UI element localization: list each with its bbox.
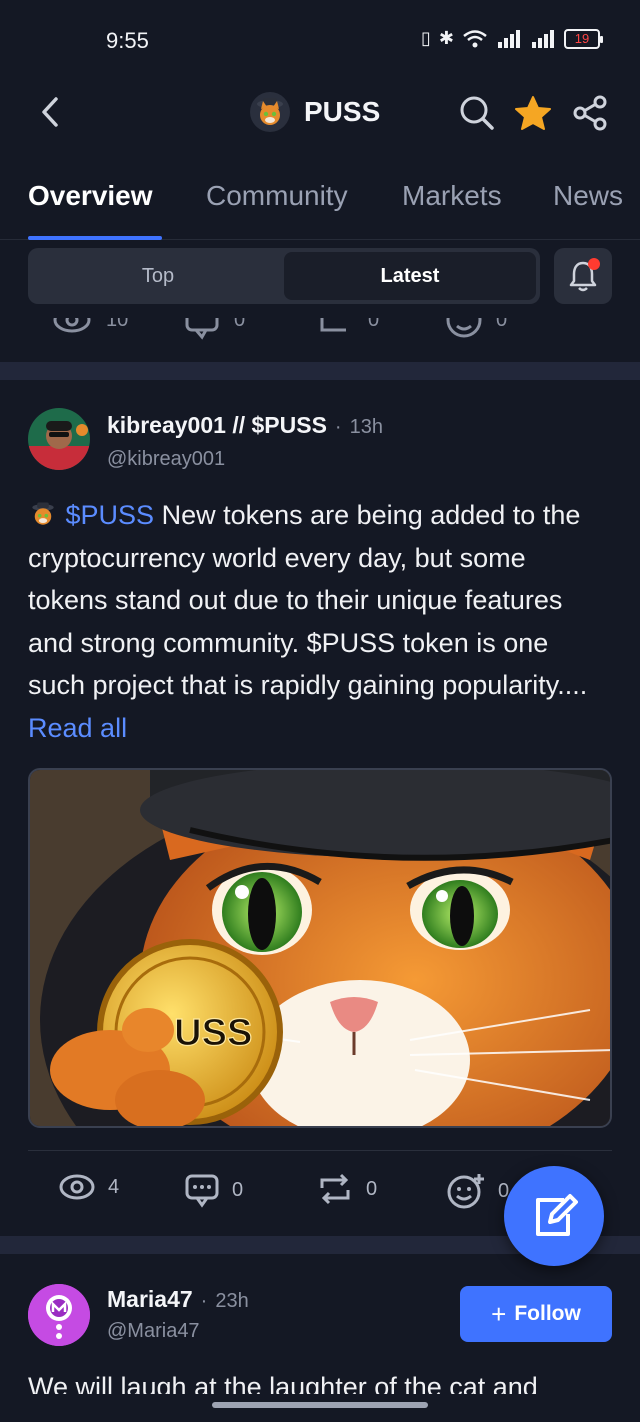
cat-icon bbox=[32, 502, 54, 525]
maria-handle: @Maria47 bbox=[107, 1320, 200, 1342]
prev-reactions-count: 0 bbox=[496, 318, 508, 331]
notifications-button[interactable] bbox=[554, 248, 612, 304]
vibrate-icon: ▯ bbox=[421, 28, 431, 48]
repost-button[interactable]: 0 bbox=[316, 1172, 377, 1206]
post-author-line: kibreay001 // $PUSS · 13h bbox=[107, 412, 383, 439]
prev-reposts[interactable]: 0 bbox=[318, 318, 379, 340]
read-all-link[interactable]: Read all bbox=[28, 713, 127, 743]
views-stat[interactable]: 4 bbox=[58, 1172, 119, 1202]
post-ticker-link[interactable]: $PUSS bbox=[66, 500, 155, 530]
back-button[interactable] bbox=[32, 94, 68, 130]
signal-icon bbox=[498, 29, 520, 48]
reaction-button[interactable]: 0 bbox=[446, 1172, 509, 1210]
eye-icon bbox=[59, 1174, 95, 1200]
follow-label: Follow bbox=[514, 1302, 581, 1325]
post-time-dot: · bbox=[334, 416, 342, 438]
cat-coin-illustration: $PUSS bbox=[30, 770, 610, 1126]
share-icon bbox=[573, 95, 607, 131]
follow-button[interactable]: + Follow bbox=[460, 1286, 612, 1342]
sort-latest-button[interactable]: Latest bbox=[284, 252, 536, 300]
bluetooth-icon: ✱ bbox=[438, 28, 454, 48]
chevron-left-icon bbox=[42, 97, 58, 127]
notification-dot bbox=[588, 258, 600, 270]
prev-views[interactable]: 10 bbox=[52, 318, 128, 340]
page-title: PUSS bbox=[304, 96, 381, 127]
compose-post-button[interactable] bbox=[504, 1166, 604, 1266]
title-group: PUSS bbox=[250, 92, 380, 132]
repost-icon bbox=[320, 1173, 350, 1205]
avatar-m-logo bbox=[28, 1284, 90, 1346]
status-time: 9:55 bbox=[106, 28, 149, 53]
post-text: New tokens are being added to the crypto… bbox=[28, 500, 588, 701]
share-button[interactable] bbox=[571, 94, 609, 132]
post-body: $PUSS New tokens are being added to the … bbox=[28, 494, 612, 750]
tab-community[interactable]: Community bbox=[206, 180, 348, 212]
comment-button[interactable]: 0 bbox=[184, 1172, 243, 1208]
emoji-add-icon bbox=[447, 1174, 484, 1209]
previous-post-actions: 10 0 0 0 ••• bbox=[0, 318, 640, 360]
token-logo bbox=[250, 92, 290, 132]
feed-sort-control: Top Latest bbox=[28, 248, 540, 304]
sort-top-button[interactable]: Top bbox=[32, 252, 284, 300]
maria-author-line: Maria47 · 23h bbox=[107, 1286, 249, 1313]
header: PUSS bbox=[0, 86, 640, 140]
signal-icon-2 bbox=[532, 29, 554, 48]
status-icons: ▯ ✱ 19 bbox=[421, 28, 603, 49]
prev-views-count: 10 bbox=[106, 318, 129, 331]
post-author-avatar[interactable] bbox=[28, 408, 90, 470]
reposts-count: 0 bbox=[366, 1177, 378, 1200]
post-divider bbox=[0, 362, 640, 380]
emoji-icon bbox=[446, 318, 482, 338]
cat-icon bbox=[257, 98, 283, 125]
favorite-button[interactable] bbox=[514, 94, 552, 132]
post-image[interactable]: $PUSS bbox=[28, 768, 612, 1128]
post-author-name[interactable]: kibreay001 // $PUSS bbox=[107, 412, 327, 439]
star-icon bbox=[515, 96, 551, 130]
comment-icon bbox=[185, 318, 219, 340]
maria-author-name[interactable]: Maria47 bbox=[107, 1286, 193, 1313]
comment-icon bbox=[185, 1174, 219, 1208]
prev-comments-count: 0 bbox=[234, 318, 246, 331]
prev-comments[interactable]: 0 bbox=[184, 318, 245, 340]
tab-bar: Overview Community Markets News bbox=[0, 170, 640, 240]
post-time: 13h bbox=[349, 416, 383, 438]
search-icon bbox=[460, 96, 494, 130]
post-author-handle: @kibreay001 bbox=[107, 448, 226, 470]
prev-reposts-count: 0 bbox=[368, 318, 380, 331]
home-indicator[interactable] bbox=[212, 1402, 428, 1408]
eye-icon bbox=[53, 318, 91, 333]
tab-markets[interactable]: Markets bbox=[402, 180, 502, 212]
repost-icon bbox=[320, 318, 346, 332]
tab-overview[interactable]: Overview bbox=[28, 180, 153, 212]
battery-indicator: 19 bbox=[564, 28, 603, 49]
plus-icon: + bbox=[491, 1298, 507, 1329]
bottom-nav-area bbox=[0, 1394, 640, 1422]
views-count: 4 bbox=[108, 1175, 120, 1198]
maria-avatar[interactable] bbox=[28, 1284, 90, 1346]
search-button[interactable] bbox=[458, 94, 496, 132]
status-bar: 9:55 ▯ ✱ 19 bbox=[0, 0, 640, 86]
maria-post-time: 23h bbox=[215, 1290, 249, 1312]
wifi-icon bbox=[463, 29, 487, 47]
compose-icon bbox=[536, 1194, 578, 1236]
tab-news[interactable]: News bbox=[553, 180, 623, 212]
prev-reactions[interactable]: 0 bbox=[446, 318, 507, 340]
avatar-photo bbox=[28, 408, 90, 470]
active-tab-indicator bbox=[28, 236, 162, 240]
comments-count: 0 bbox=[232, 1178, 244, 1201]
actions-separator bbox=[28, 1150, 612, 1151]
maria-time-dot: · bbox=[200, 1290, 208, 1312]
